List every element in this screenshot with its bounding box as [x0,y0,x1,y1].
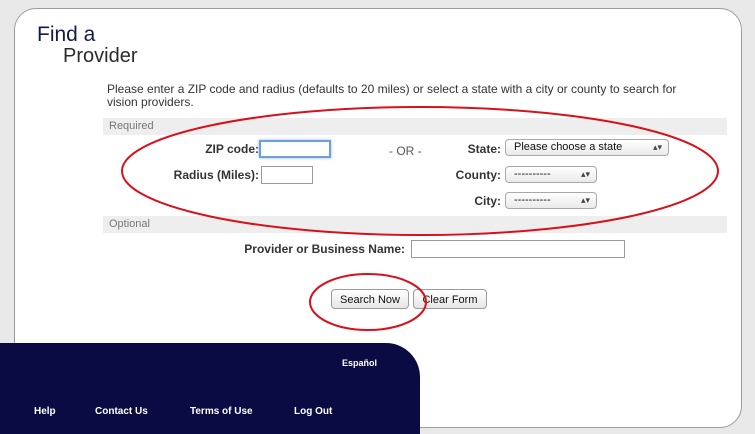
up-down-chevron-icon: ▴▾ [580,169,590,179]
search-now-button[interactable]: Search Now [331,289,409,309]
language-link-espanol[interactable]: Español [342,358,377,368]
state-select-value: Please choose a state [514,141,623,153]
up-down-chevron-icon: ▴▾ [580,195,590,205]
up-down-chevron-icon: ▴▾ [652,142,662,152]
page-title-line2: Provider [63,45,138,67]
footer-bar: Español Help Contact Us Terms of Use Log… [0,343,420,434]
clear-form-button[interactable]: Clear Form [413,289,487,309]
or-separator: - OR - [389,144,422,158]
city-select-value: ---------- [514,194,551,206]
state-label: State: [467,142,501,156]
city-label: City: [474,194,501,208]
radius-label: Radius (Miles): [173,168,259,182]
city-select[interactable]: ---------- ▴▾ [505,192,597,209]
provider-name-input[interactable] [411,240,625,258]
footer-link-log-out[interactable]: Log Out [294,406,332,417]
provider-name-label: Provider or Business Name: [244,242,405,256]
county-select-value: ---------- [514,168,551,180]
page-title-line1: Find a [37,23,96,46]
county-select[interactable]: ---------- ▴▾ [505,166,597,183]
county-label: County: [455,168,501,182]
zip-input[interactable] [259,140,331,158]
intro-text: Please enter a ZIP code and radius (defa… [107,82,677,109]
required-section-header: Required [103,118,727,135]
radius-input[interactable] [261,166,313,184]
footer-link-contact-us[interactable]: Contact Us [95,406,148,417]
optional-section-header: Optional [103,216,727,233]
footer-link-help[interactable]: Help [34,406,56,417]
footer-link-terms-of-use[interactable]: Terms of Use [190,406,253,417]
zip-label: ZIP code: [205,142,259,156]
state-select[interactable]: Please choose a state ▴▾ [505,139,669,156]
